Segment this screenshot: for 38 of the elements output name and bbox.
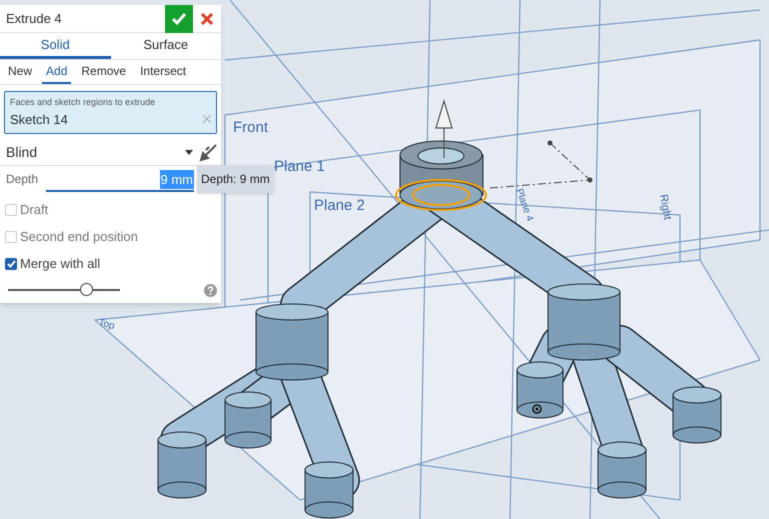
operation-tab[interactable]: Remove <box>77 60 130 84</box>
close-icon <box>201 12 213 24</box>
leg-cylinder <box>304 462 354 518</box>
body-type-tab[interactable]: Solid <box>0 33 110 59</box>
plane-label: Front <box>233 119 268 136</box>
selection-item: Sketch 14 <box>10 110 68 128</box>
selection-field[interactable]: Faces and sketch regions to extrude Sketch 14 <box>4 91 217 134</box>
plane-label: Right <box>657 193 674 221</box>
flip-direction-icon[interactable] <box>199 144 217 162</box>
help-icon[interactable] <box>204 284 217 296</box>
origin-marker-icon <box>532 404 542 414</box>
option-label: Merge with all <box>20 254 100 273</box>
direction-arrow-icon <box>435 98 453 158</box>
slider[interactable] <box>8 283 120 297</box>
checkbox[interactable] <box>5 258 17 270</box>
leg-cylinder <box>598 442 646 498</box>
end-type-dropdown[interactable]: Blind <box>0 142 199 163</box>
plane-label: Plane 4 <box>513 187 536 223</box>
option-label: Second end position <box>20 228 138 246</box>
caret-icon <box>185 150 193 155</box>
leg-cylinder <box>672 386 722 444</box>
depth-label: Depth <box>6 171 38 188</box>
option-label: Draft <box>20 200 48 219</box>
accept-button[interactable] <box>165 4 193 32</box>
leg-cylinder <box>158 432 206 498</box>
selection-label: Faces and sketch regions to extrude <box>10 96 156 109</box>
slider-thumb[interactable] <box>80 283 94 296</box>
feature-title: Extrude 4 <box>5 10 63 28</box>
depth-tooltip: Depth: 9 mm <box>197 165 274 193</box>
operation-tab[interactable]: Add <box>42 60 72 84</box>
operation-tab[interactable]: New <box>4 60 36 84</box>
leg-cylinder <box>224 392 272 448</box>
plane-label: Plane 2 <box>314 197 365 214</box>
plane-label: Top <box>97 317 116 332</box>
operation-tab[interactable]: Intersect <box>136 60 190 84</box>
depth-value: 9 mm <box>160 170 194 189</box>
body-type-tab[interactable]: Surface <box>110 33 221 59</box>
check-icon <box>171 12 187 26</box>
